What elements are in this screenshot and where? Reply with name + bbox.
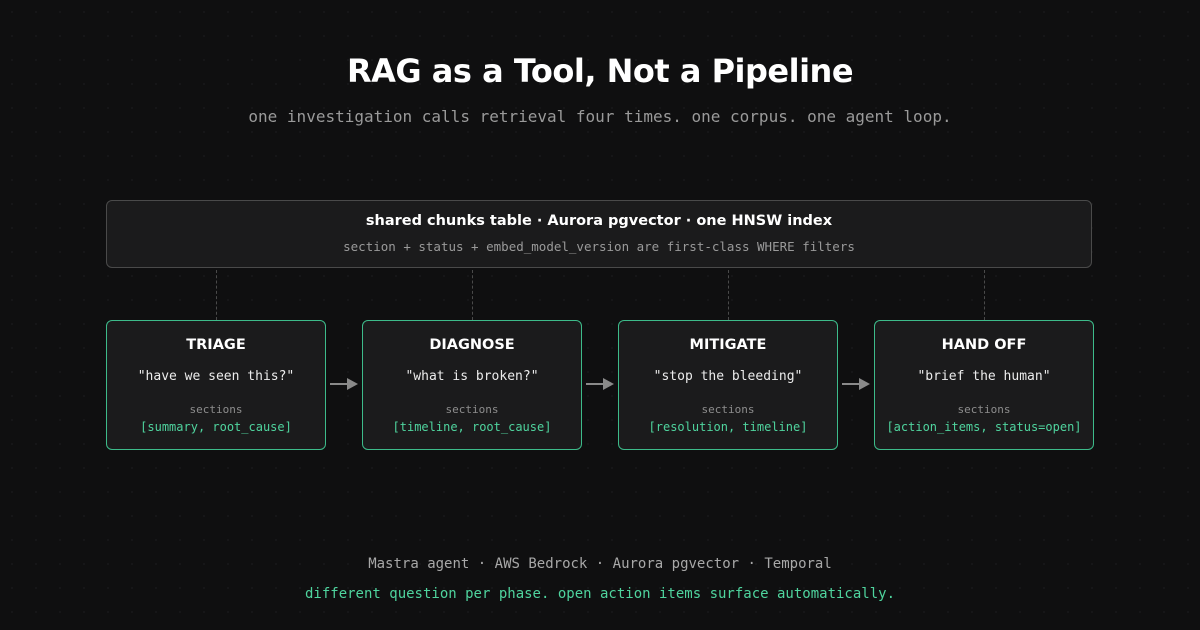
phase-sections-label: sections — [189, 403, 243, 416]
phase-name: MITIGATE — [689, 337, 767, 353]
phase-name: TRIAGE — [186, 337, 246, 353]
phase-box-mitigate: MITIGATE "stop the bleeding" sections [r… — [618, 320, 838, 450]
connector-triage — [216, 270, 217, 320]
connector-mitigate — [728, 270, 729, 320]
phase-sections: [timeline, root_cause] — [392, 420, 552, 434]
phase-box-diagnose: DIAGNOSE "what is broken?" sections [tim… — [362, 320, 582, 450]
phase-question: "brief the human" — [917, 369, 1051, 384]
phase-question: "stop the bleeding" — [653, 369, 803, 384]
corpus-title: shared chunks table · Aurora pgvector · … — [365, 213, 833, 229]
phase-sections-label: sections — [701, 403, 755, 416]
tagline: different question per phase. open actio… — [304, 586, 895, 602]
tech-stack-line: Mastra agent · AWS Bedrock · Aurora pgve… — [368, 556, 832, 572]
corpus-subtitle: section + status + embed_model_version a… — [343, 239, 855, 254]
page-title: RAG as a Tool, Not a Pipeline — [346, 52, 854, 90]
phase-box-hand-off: HAND OFF "brief the human" sections [act… — [874, 320, 1094, 450]
phase-question: "what is broken?" — [405, 369, 539, 384]
phase-sections-label: sections — [445, 403, 499, 416]
phase-sections: [action_items, status=open] — [886, 420, 1082, 434]
arrow-right-icon — [330, 378, 358, 390]
connector-hand-off — [984, 270, 985, 320]
phase-name: DIAGNOSE — [429, 337, 515, 353]
phase-sections: [summary, root_cause] — [140, 420, 292, 434]
page-subtitle: one investigation calls retrieval four t… — [248, 107, 952, 126]
shared-corpus-box: shared chunks table · Aurora pgvector · … — [106, 200, 1092, 268]
phase-box-triage: TRIAGE "have we seen this?" sections [su… — [106, 320, 326, 450]
phase-question: "have we seen this?" — [137, 369, 295, 384]
connector-diagnose — [472, 270, 473, 320]
arrow-right-icon — [586, 378, 614, 390]
arrow-right-icon — [842, 378, 870, 390]
phase-name: HAND OFF — [941, 337, 1027, 353]
phase-sections: [resolution, timeline] — [648, 420, 808, 434]
phase-sections-label: sections — [957, 403, 1011, 416]
